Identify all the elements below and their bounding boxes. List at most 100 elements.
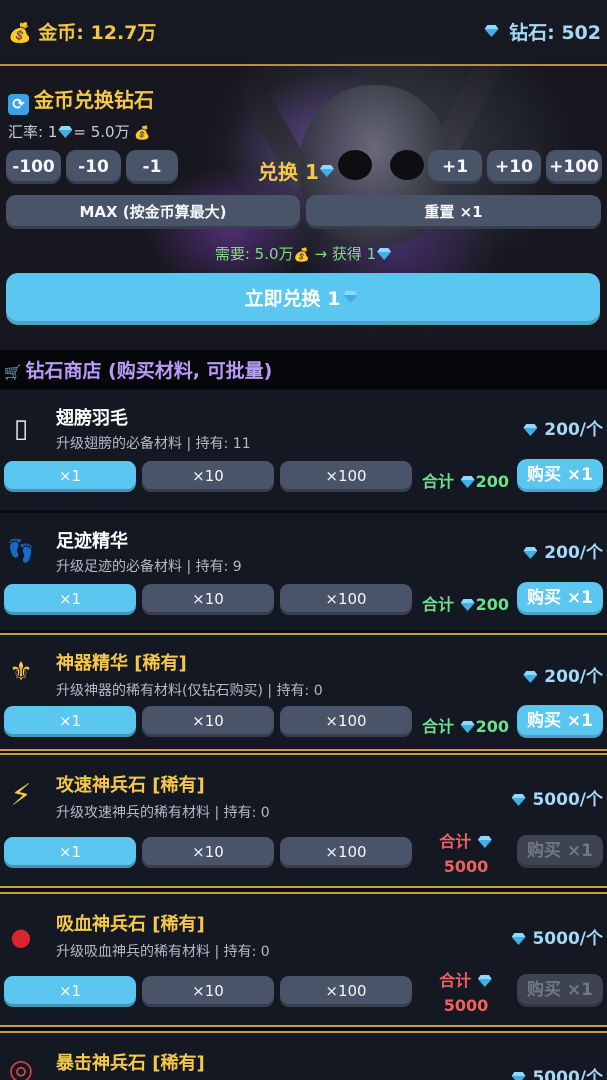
qty-x100-button[interactable]: ×100 bbox=[280, 837, 412, 868]
item-price: 5000/个 bbox=[511, 924, 603, 949]
item-desc: 升级攻速神兵的稀有材料 | 持有: 0 bbox=[56, 805, 270, 821]
buy-button-disabled[interactable]: 购买 ×1 bbox=[517, 974, 603, 1007]
item-price: 200/个 bbox=[522, 662, 603, 687]
qty-x1-button[interactable]: ×1 bbox=[4, 837, 136, 868]
qty-x1-button[interactable]: ×1 bbox=[4, 584, 136, 615]
footprint-icon: 👣 bbox=[7, 539, 35, 564]
shop-item: ● 吸血神兵石 [稀有] 升级吸血神兵的稀有材料 | 持有: 0 5000/个 … bbox=[0, 892, 607, 1027]
diamond-icon bbox=[512, 794, 526, 806]
need-text: 需要: 5.0万 bbox=[214, 245, 294, 263]
item-price-text: 200/个 bbox=[544, 667, 603, 687]
item-total: 合计 5000 bbox=[428, 968, 504, 1018]
diamond-icon bbox=[523, 547, 537, 559]
diamond-icon bbox=[461, 599, 475, 611]
total-value: 200 bbox=[475, 717, 509, 736]
minus-10-button[interactable]: -10 bbox=[66, 150, 121, 184]
gain-text: 获得 1 bbox=[331, 245, 377, 263]
item-total: 合计 5000 bbox=[428, 829, 504, 879]
item-name: 翅膀羽毛 bbox=[56, 408, 128, 429]
diamond-icon bbox=[377, 248, 391, 260]
feather-icon: ▯ bbox=[13, 414, 29, 444]
item-total: 合计 200 bbox=[422, 468, 509, 492]
shop-item: ▯ 翅膀羽毛 升级翅膀的必备材料 | 持有: 11 200/个 ×1 ×10 ×… bbox=[0, 390, 607, 510]
diamond-icon bbox=[58, 126, 72, 138]
qty-x100-button[interactable]: ×100 bbox=[280, 584, 412, 615]
exchange-summary: 需要: 5.0万💰 → 获得 1 bbox=[0, 243, 607, 264]
diamond-icon bbox=[320, 165, 337, 180]
lightning-icon: ⚡ bbox=[10, 778, 32, 813]
qty-x100-button[interactable]: ×100 bbox=[280, 706, 412, 737]
buy-button[interactable]: 购买 ×1 bbox=[517, 459, 603, 492]
rate-prefix: 汇率: 1 bbox=[8, 123, 58, 141]
exchange-now-button[interactable]: 立即兑换 1 bbox=[6, 273, 600, 325]
diamond-icon bbox=[512, 933, 526, 945]
item-name: 暴击神兵石 [稀有] bbox=[56, 1053, 205, 1074]
shop-item: ⚡ 攻速神兵石 [稀有] 升级攻速神兵的稀有材料 | 持有: 0 5000/个 … bbox=[0, 753, 607, 888]
qty-x10-button[interactable]: ×10 bbox=[142, 584, 274, 615]
qty-x10-button[interactable]: ×10 bbox=[142, 461, 274, 492]
exchange-rate: 汇率: 1 = 5.0万 💰 bbox=[8, 121, 151, 142]
cart-icon: 🛒 bbox=[4, 365, 22, 381]
diamond-icon bbox=[478, 836, 492, 848]
money-bag-icon: 💰 bbox=[8, 22, 32, 44]
qty-x10-button[interactable]: ×10 bbox=[142, 837, 274, 868]
total-value: 5000 bbox=[443, 857, 489, 876]
gold-balance: 💰 金币: 12.7万 bbox=[8, 18, 156, 45]
item-price-text: 5000/个 bbox=[532, 790, 603, 810]
item-price-text: 5000/个 bbox=[532, 1068, 603, 1080]
shop-title: 🛒 钻石商店 (购买材料, 可批量) bbox=[4, 356, 272, 383]
item-desc: 升级足迹的必备材料 | 持有: 9 bbox=[56, 559, 242, 575]
buy-button[interactable]: 购买 ×1 bbox=[517, 705, 603, 738]
diamond-icon bbox=[343, 291, 360, 306]
gold-balance-label: 金币: 12.7万 bbox=[38, 22, 157, 44]
qty-x100-button[interactable]: ×100 bbox=[280, 976, 412, 1007]
qty-x1-button[interactable]: ×1 bbox=[4, 461, 136, 492]
minus-1-button[interactable]: -1 bbox=[126, 150, 178, 184]
buy-button-disabled[interactable]: 购买 ×1 bbox=[517, 835, 603, 868]
diamond-icon bbox=[512, 1072, 526, 1080]
item-total: 合计 200 bbox=[422, 713, 509, 737]
diamond-balance: 钻石: 502 bbox=[484, 18, 601, 45]
total-label-row: 合计 bbox=[428, 968, 504, 993]
arrow-icon: → bbox=[314, 245, 328, 263]
item-total: 合计 200 bbox=[422, 591, 509, 615]
diamond-icon bbox=[461, 476, 475, 488]
exchange-amount: 兑换 1 bbox=[258, 156, 338, 185]
qty-x10-button[interactable]: ×10 bbox=[142, 706, 274, 737]
divider bbox=[0, 64, 607, 66]
item-desc: 升级神器的稀有材料(仅钻石购买) | 持有: 0 bbox=[56, 683, 323, 699]
total-label: 合计 bbox=[422, 595, 455, 614]
item-price: 200/个 bbox=[522, 415, 603, 440]
money-bag-icon: 💰 bbox=[293, 248, 310, 263]
item-name: 神器精华 [稀有] bbox=[56, 653, 187, 674]
total-label: 合计 bbox=[439, 832, 472, 851]
total-label: 合计 bbox=[439, 971, 472, 990]
target-icon: ◎ bbox=[8, 1053, 34, 1080]
item-desc: 升级吸血神兵的稀有材料 | 持有: 0 bbox=[56, 944, 270, 960]
diamond-icon bbox=[485, 25, 502, 40]
item-price: 200/个 bbox=[522, 538, 603, 563]
exchange-amount-text: 兑换 1 bbox=[258, 160, 319, 184]
exchange-now-label: 立即兑换 1 bbox=[244, 288, 341, 310]
qty-x10-button[interactable]: ×10 bbox=[142, 976, 274, 1007]
plus-10-button[interactable]: +10 bbox=[487, 150, 541, 184]
plus-1-button[interactable]: +1 bbox=[428, 150, 482, 184]
shop-item: ⚜ 神器精华 [稀有] 升级神器的稀有材料(仅钻石购买) | 持有: 0 200… bbox=[0, 633, 607, 751]
total-label-row: 合计 bbox=[428, 829, 504, 854]
minus-100-button[interactable]: -100 bbox=[6, 150, 61, 184]
diamond-balance-label: 钻石: 502 bbox=[509, 22, 601, 44]
total-label: 合计 bbox=[422, 472, 455, 491]
qty-x1-button[interactable]: ×1 bbox=[4, 706, 136, 737]
buy-button[interactable]: 购买 ×1 bbox=[517, 582, 603, 615]
rate-value: = 5.0万 bbox=[73, 123, 130, 141]
plus-100-button[interactable]: +100 bbox=[546, 150, 602, 184]
reset-button[interactable]: 重置 ×1 bbox=[306, 195, 601, 229]
max-button[interactable]: MAX (按金币算最大) bbox=[6, 195, 300, 229]
background-art bbox=[338, 150, 372, 180]
total-label: 合计 bbox=[422, 717, 455, 736]
blood-drop-icon: ● bbox=[10, 923, 32, 951]
shop-item: ◎ 暴击神兵石 [稀有] 5000/个 bbox=[0, 1031, 607, 1080]
qty-x1-button[interactable]: ×1 bbox=[4, 976, 136, 1007]
item-name: 吸血神兵石 [稀有] bbox=[56, 914, 205, 935]
qty-x100-button[interactable]: ×100 bbox=[280, 461, 412, 492]
